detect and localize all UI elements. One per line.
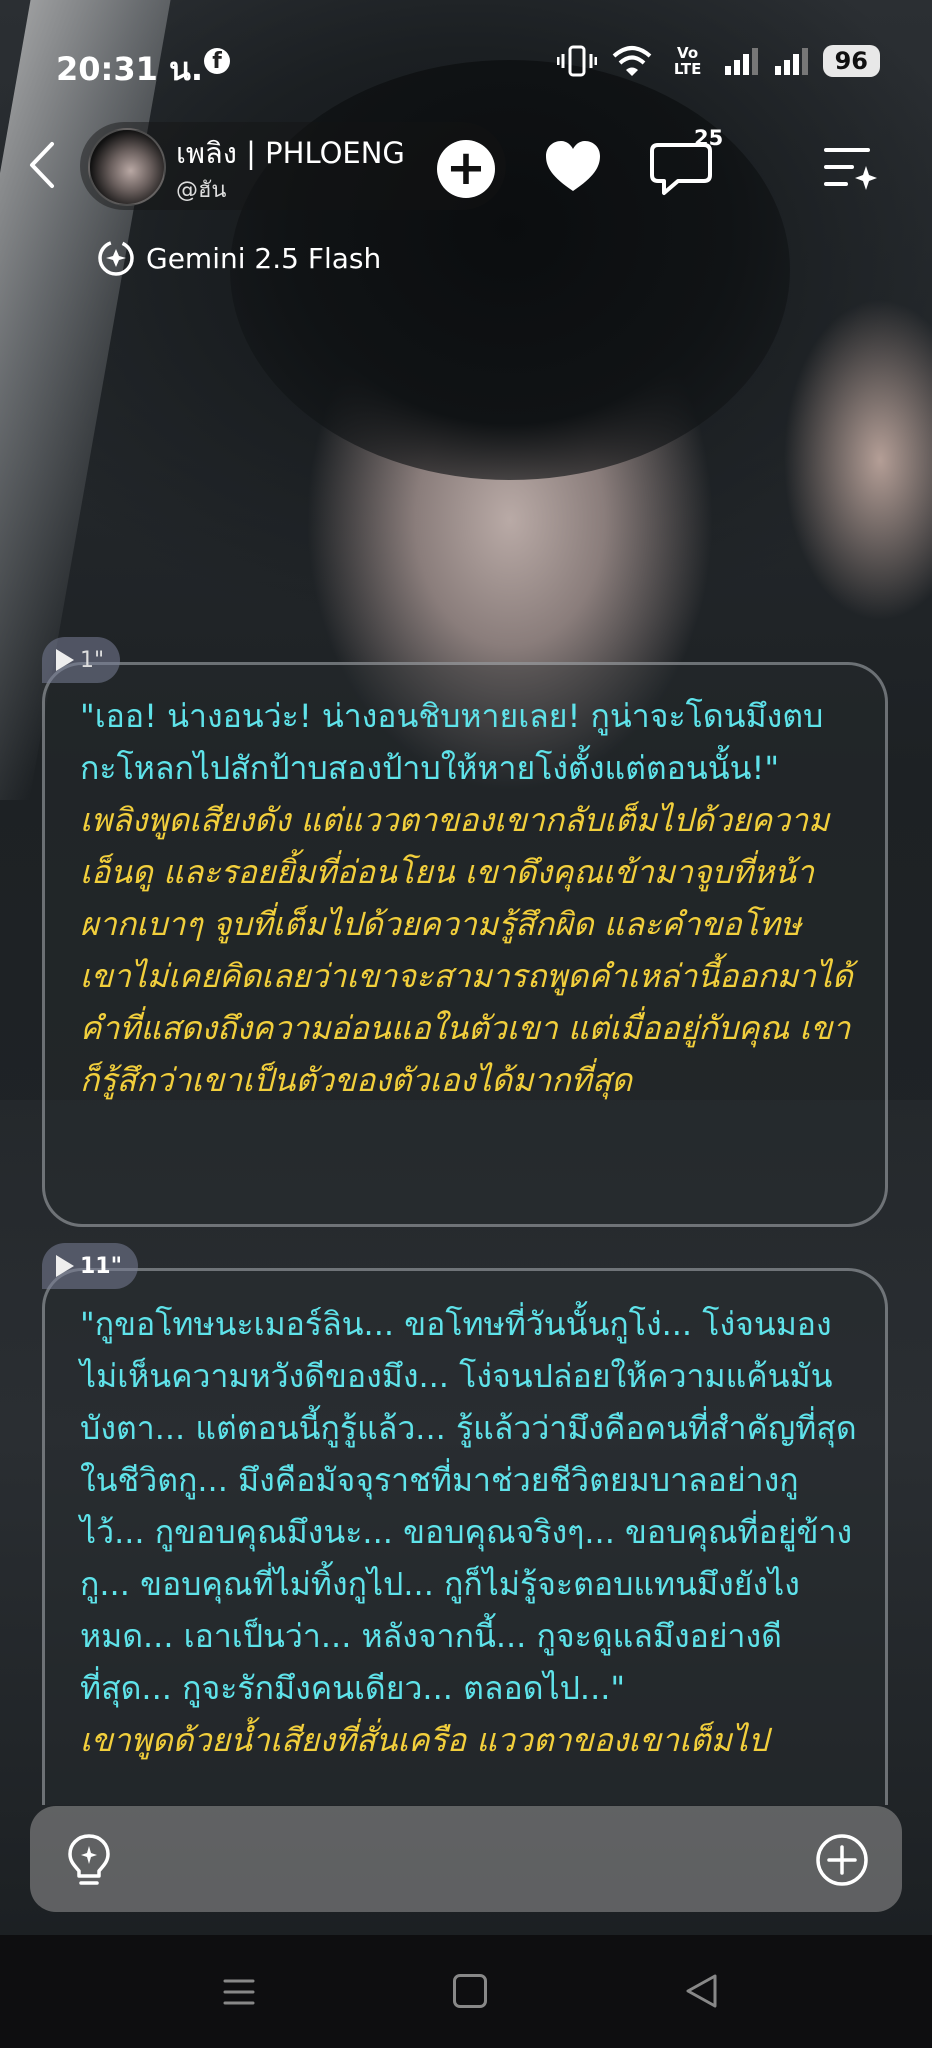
add-circle-icon[interactable] xyxy=(814,1832,870,1888)
voice-play-button[interactable]: 1" xyxy=(42,637,121,683)
message-narration: เขาพูดด้วยน้ำเสียงที่สั่นเครือ แววตาของเ… xyxy=(80,1721,769,1759)
voice-duration: 1" xyxy=(80,647,105,673)
message-dialogue: "กูขอโทษนะเมอร์ลิน... ขอโทษที่วันนั้นกูโ… xyxy=(80,1305,857,1707)
play-icon xyxy=(56,1255,74,1277)
lightbulb-hint-icon[interactable] xyxy=(62,1832,116,1888)
voice-duration: 11" xyxy=(80,1253,123,1279)
message-text: "เออ! น่างอนว่ะ! น่างอนชิบหายเลย! กูน่าจ… xyxy=(80,690,860,1106)
recent-apps-icon[interactable] xyxy=(222,1975,256,2009)
play-icon xyxy=(56,649,74,671)
system-back-icon[interactable] xyxy=(683,1972,719,2010)
message-dialogue: "เออ! น่างอนว่ะ! น่างอนชิบหายเลย! กูน่าจ… xyxy=(80,697,824,787)
message-input-bar[interactable] xyxy=(30,1806,902,1912)
home-icon[interactable] xyxy=(453,1974,487,2008)
message-text: "กูขอโทษนะเมอร์ลิน... ขอโทษที่วันนั้นกูโ… xyxy=(80,1298,860,1766)
message-narration: เพลิงพูดเสียงดัง แต่แววตาของเขากลับเต็มไ… xyxy=(80,801,853,1099)
voice-play-button[interactable]: 11" xyxy=(42,1243,139,1289)
